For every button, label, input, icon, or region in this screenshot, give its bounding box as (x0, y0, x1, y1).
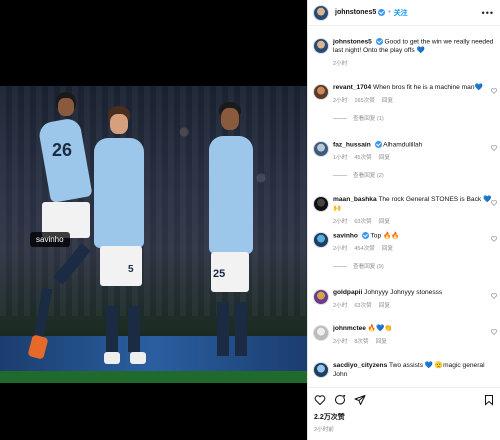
player-center: 5 (90, 106, 160, 376)
comment-text: 🔥💙👏 (367, 325, 393, 332)
comment-time: 2小时 (333, 218, 348, 225)
post-actions-bar: 2.2万次赞 2小时前 (308, 387, 500, 440)
comment-likes[interactable]: 45次赞 (354, 155, 371, 161)
comment-username[interactable]: faz_hussain (333, 141, 371, 148)
comment-item: revant_1704 When bros fit he is a machin… (313, 84, 497, 122)
reply-button[interactable]: 回复 (382, 246, 393, 252)
comment-username[interactable]: savinho (333, 232, 358, 239)
comment-item: savinho Top 🔥🔥 2小时 454次赞 回复 查看回复 (9) (313, 232, 497, 270)
comment-username[interactable]: maan_bashka (333, 196, 377, 203)
comment-username[interactable]: revant_1704 (333, 84, 371, 91)
avatar[interactable] (313, 84, 329, 100)
comment-item: faz_hussain Alhamdulillah 1小时 45次赞 回复 查看回复… (313, 141, 497, 179)
comment-item: johnmctee 🔥💙👏 2小时 8次赞 回复 (313, 325, 497, 345)
verified-badge-icon (375, 38, 383, 45)
like-heart-icon[interactable] (491, 145, 497, 151)
reply-button[interactable]: 回复 (376, 339, 387, 345)
comment-username[interactable]: goldpapii (333, 289, 362, 296)
verified-badge-icon (361, 232, 369, 239)
comment-time: 2小时 (333, 61, 348, 68)
comment-username[interactable]: johnmctee (333, 325, 366, 332)
comment-likes[interactable]: 454次赞 (354, 246, 375, 252)
reply-button[interactable]: 回复 (379, 219, 390, 225)
post-side-panel: johnstones5 • 关注 ••• johnstones5 Good to… (307, 0, 500, 440)
avatar[interactable] (313, 325, 329, 341)
separator: • (388, 9, 391, 16)
comment-text: Johnyyy Johnyyy stonesss (364, 289, 443, 296)
jersey-number: 25 (213, 268, 226, 280)
like-heart-icon[interactable] (491, 329, 497, 335)
like-heart-icon[interactable] (491, 236, 497, 242)
comment-item: goldpapii Johnyyy Johnyyy stonesss 2小时 63… (313, 289, 497, 309)
jersey-number: 26 (52, 140, 73, 160)
comment-likes[interactable]: 8次赞 (354, 339, 368, 345)
avatar[interactable] (313, 38, 329, 54)
reply-button[interactable]: 回复 (379, 155, 390, 161)
verified-badge-icon (374, 141, 382, 148)
avatar[interactable] (313, 362, 329, 378)
comment-time: 1小时 (333, 155, 348, 162)
like-heart-icon[interactable] (314, 394, 326, 406)
bookmark-icon[interactable] (483, 394, 495, 406)
reply-button[interactable]: 回复 (382, 98, 393, 104)
comment-username[interactable]: sacdiyo_cityzens (333, 362, 387, 369)
comment-text: When bros fit he is a machine man💙 (372, 84, 483, 91)
comment-likes[interactable]: 63次赞 (354, 303, 371, 309)
post-photo[interactable]: 26 5 25 savinho (0, 86, 307, 383)
comment-likes[interactable]: 165次赞 (354, 98, 375, 104)
avatar[interactable] (313, 232, 329, 248)
like-heart-icon[interactable] (491, 200, 497, 206)
post-media: 26 5 25 savinho (0, 0, 307, 440)
post-date: 2小时前 (314, 427, 334, 433)
comment-item: sacdiyo_cityzens Two assists 💙 🫡magic ge… (313, 362, 495, 380)
avatar[interactable] (313, 196, 329, 212)
comment-text: Top 🔥🔥 (370, 232, 400, 240)
user-tag[interactable]: savinho (30, 232, 70, 247)
post-header: johnstones5 • 关注 ••• (308, 0, 500, 26)
comments-list[interactable]: johnstones5 Good to get the win we reall… (308, 28, 500, 382)
comment-likes[interactable]: 63次赞 (354, 219, 371, 225)
verified-badge-icon (378, 9, 386, 16)
like-count[interactable]: 2.2万次赞 (308, 406, 500, 422)
view-replies-button[interactable]: 查看回复 (9) (333, 262, 495, 270)
author-username[interactable]: johnstones5 (335, 9, 376, 16)
comment-time: 2小时 (333, 338, 348, 345)
reply-button[interactable]: 回复 (379, 303, 390, 309)
player-right: 25 (205, 102, 265, 380)
avatar[interactable] (313, 289, 329, 305)
share-icon[interactable] (354, 394, 366, 406)
avatar[interactable] (313, 141, 329, 157)
comment-item: maan_bashka The rock General STONES is B… (313, 196, 497, 225)
view-replies-button[interactable]: 查看回复 (1) (333, 114, 495, 122)
more-options-icon[interactable]: ••• (482, 8, 494, 18)
comment-time: 2小时 (333, 302, 348, 309)
like-heart-icon[interactable] (491, 293, 497, 299)
comment-time: 2小时 (333, 97, 348, 104)
author-avatar[interactable] (313, 4, 329, 21)
comment-time: 2小时 (333, 246, 348, 253)
follow-button[interactable]: 关注 (394, 8, 408, 18)
jersey-number: 5 (128, 264, 134, 275)
comment-icon[interactable] (334, 394, 346, 406)
caption: johnstones5 Good to get the win we reall… (313, 38, 495, 67)
comment-username[interactable]: johnstones5 (333, 38, 372, 45)
comment-text: Alhamdulillah (383, 141, 423, 149)
view-replies-button[interactable]: 查看回复 (2) (333, 171, 495, 179)
like-heart-icon[interactable] (491, 88, 497, 94)
